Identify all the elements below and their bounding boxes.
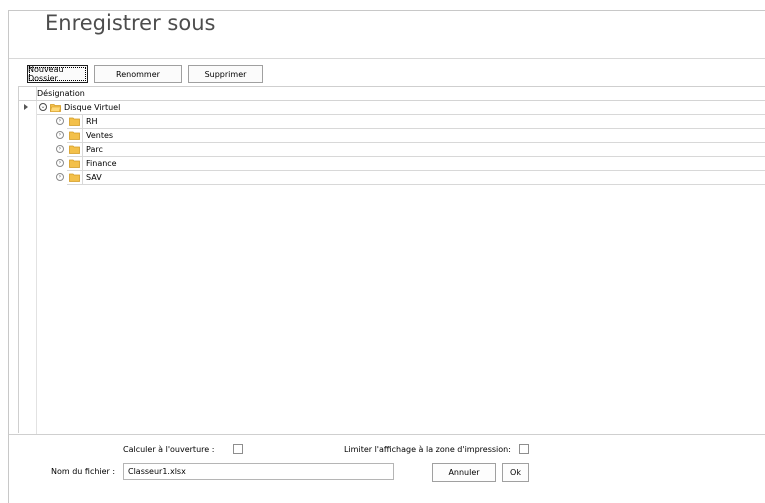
tree-label-root: Disque Virtuel	[64, 103, 121, 112]
collapse-icon[interactable]: ⌄	[39, 103, 47, 111]
tree-row-folder[interactable]: › SAV	[19, 171, 765, 185]
window-left-border	[8, 10, 9, 503]
folder-icon	[69, 173, 80, 182]
tree-row-root[interactable]: ⌄ Disque Virtuel	[19, 101, 765, 115]
tree-row-folder[interactable]: › Finance	[19, 157, 765, 171]
expand-icon[interactable]: ›	[56, 117, 64, 125]
expand-icon[interactable]: ›	[56, 131, 64, 139]
limit-print-area-checkbox[interactable]	[519, 444, 529, 454]
folder-icon	[69, 145, 80, 154]
cell-divider	[82, 157, 83, 170]
current-row-indicator-icon	[24, 104, 28, 110]
delete-button[interactable]: Supprimer	[188, 65, 263, 83]
expand-icon[interactable]: ›	[56, 173, 64, 181]
tree-label: RH	[86, 117, 98, 126]
expand-icon[interactable]: ›	[56, 159, 64, 167]
column-header-designation[interactable]: Désignation	[37, 89, 85, 98]
folder-icon	[69, 159, 80, 168]
new-folder-button[interactable]: Nouveau Dossier	[27, 65, 88, 83]
tree-label: SAV	[86, 173, 102, 182]
filename-label: Nom du fichier :	[51, 467, 116, 476]
cell-divider	[82, 171, 83, 184]
filename-input[interactable]	[123, 463, 394, 480]
grid-header: Désignation	[19, 87, 765, 101]
calc-on-open-checkbox[interactable]	[233, 444, 243, 454]
tree-label: Ventes	[86, 131, 114, 140]
options-separator	[9, 434, 765, 435]
calc-on-open-label: Calculer à l'ouverture :	[123, 445, 215, 454]
tree-label: Finance	[86, 159, 117, 168]
cell-divider	[82, 143, 83, 156]
cell-divider	[82, 129, 83, 142]
expand-icon[interactable]: ›	[56, 145, 64, 153]
tree-label: Parc	[86, 145, 103, 154]
cancel-button[interactable]: Annuler	[432, 463, 496, 482]
limit-print-area-label: Limiter l'affichage à la zone d'impressi…	[344, 445, 511, 454]
tree-row-folder[interactable]: › Ventes	[19, 129, 765, 143]
open-folder-icon	[50, 104, 61, 112]
cell-divider	[82, 115, 83, 128]
dialog-title: Enregistrer sous	[45, 11, 216, 35]
folder-icon	[69, 131, 80, 140]
tree-row-folder[interactable]: › RH	[19, 115, 765, 129]
title-separator	[9, 58, 765, 59]
tree-row-folder[interactable]: › Parc	[19, 143, 765, 157]
row-divider	[67, 184, 765, 185]
folder-tree-grid[interactable]: Désignation ⌄ Disque Virtuel › RH › Vent…	[18, 86, 765, 434]
ok-button[interactable]: Ok	[502, 463, 529, 482]
rename-button[interactable]: Renommer	[94, 65, 182, 83]
folder-icon	[69, 117, 80, 126]
